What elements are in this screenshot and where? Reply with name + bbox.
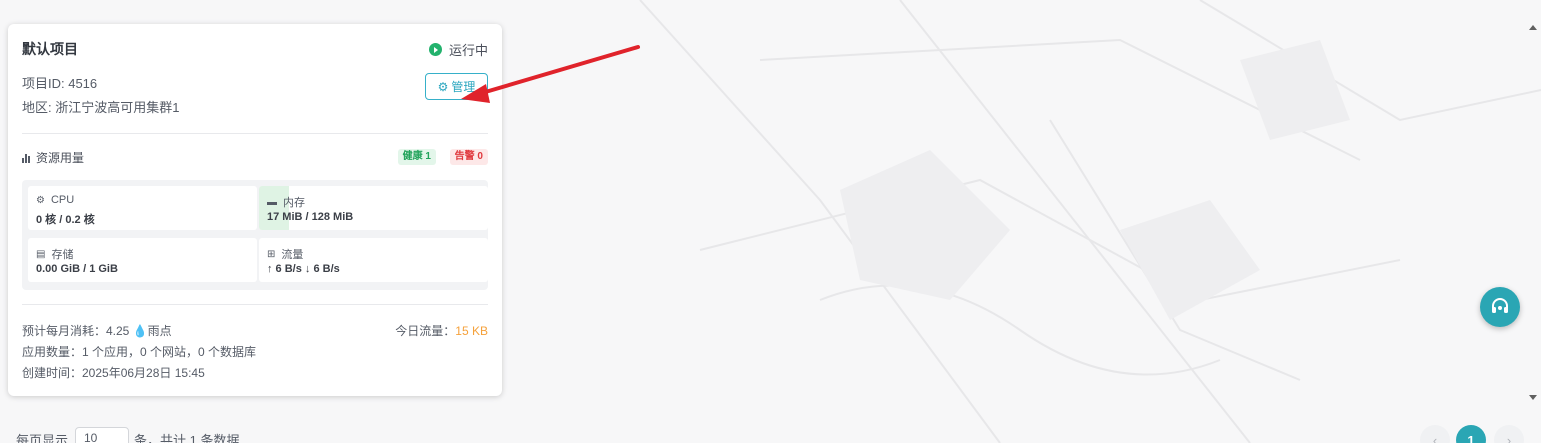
project-name: 默认项目 <box>22 41 78 57</box>
storage-icon: ▤ <box>36 248 46 260</box>
metric-cpu: ⚙ CPU 0 核 / 0.2 核 <box>28 186 257 230</box>
metric-memory: ▬ 内存 17 MiB / 128 MiB <box>259 186 488 230</box>
metric-cpu-label: CPU <box>50 194 75 206</box>
manage-button[interactable]: ⚙ 管理 <box>425 73 488 100</box>
metric-memory-value: 17 MiB / 128 MiB <box>267 211 354 223</box>
project-region: 地区: 浙江宁波高可用集群1 <box>22 100 180 115</box>
project-id: 项目ID: 4516 <box>22 76 98 91</box>
customer-support-button[interactable] <box>1480 287 1520 327</box>
cpu-icon: ⚙ <box>36 194 45 206</box>
page-size-select[interactable]: 10 <box>75 427 129 443</box>
today-traffic: 今日流量：15 KB <box>395 322 488 339</box>
project-card[interactable]: 默认项目 运行中 项目ID: 4516 地区: 浙江宁波高可用集群1 ⚙ 管理 … <box>8 24 502 396</box>
divider <box>22 304 488 305</box>
monthly-cost-unit: 雨点 <box>147 324 172 338</box>
raindrop-icon: 💧 <box>132 324 148 338</box>
memory-icon: ▬ <box>267 196 277 208</box>
metric-storage: ▤ 存储 0.00 GiB / 1 GiB <box>28 238 257 282</box>
monthly-cost-text: 预计每月消耗：4.25 <box>22 324 130 338</box>
play-circle-icon <box>428 43 442 56</box>
status-text: 运行中 <box>448 43 488 58</box>
resource-section-title: 资源用量 <box>22 149 84 166</box>
bar-chart-icon <box>22 153 30 163</box>
metric-storage-label: 存储 <box>51 249 74 261</box>
pagination-prefix: 每页显示 <box>16 433 69 443</box>
created-time: 创建时间：2025年06月28日 15:45 <box>22 366 205 380</box>
today-traffic-value: 15 KB <box>455 324 488 338</box>
scroll-down-arrow[interactable] <box>1529 395 1537 400</box>
metrics-panel: ⚙ CPU 0 核 / 0.2 核 ▬ 内存 17 MiB / 128 MiB ▤ 存… <box>22 180 488 290</box>
monthly-cost: 预计每月消耗：4.25 💧雨点 <box>22 322 172 339</box>
gear-icon: ⚙ <box>437 79 449 94</box>
scroll-up-arrow[interactable] <box>1529 25 1537 30</box>
resource-title-text: 资源用量 <box>36 151 85 165</box>
metric-network-label: 流量 <box>281 249 304 261</box>
today-traffic-label: 今日流量： <box>395 324 456 338</box>
app-count: 应用数量：1 个应用，0 个网站，0 个数据库 <box>22 345 257 359</box>
status-indicator: 运行中 <box>428 40 488 59</box>
metric-memory-label: 内存 <box>283 197 305 209</box>
headset-icon <box>1492 298 1508 313</box>
metric-cpu-value: 0 核 / 0.2 核 <box>36 214 95 226</box>
pagination-summary: 条，共计 1 条数据 <box>134 433 240 443</box>
network-icon: ⊞ <box>267 248 276 260</box>
manage-label: 管理 <box>451 80 476 94</box>
health-badge: 健康 1 <box>397 149 436 165</box>
metric-network-value: ↑ 6 B/s ↓ 6 B/s <box>267 263 340 275</box>
divider <box>22 133 488 134</box>
metric-storage-value: 0.00 GiB / 1 GiB <box>36 263 118 275</box>
alert-badge: 告警 0 <box>449 149 488 165</box>
metric-network: ⊞ 流量 ↑ 6 B/s ↓ 6 B/s <box>259 238 488 282</box>
